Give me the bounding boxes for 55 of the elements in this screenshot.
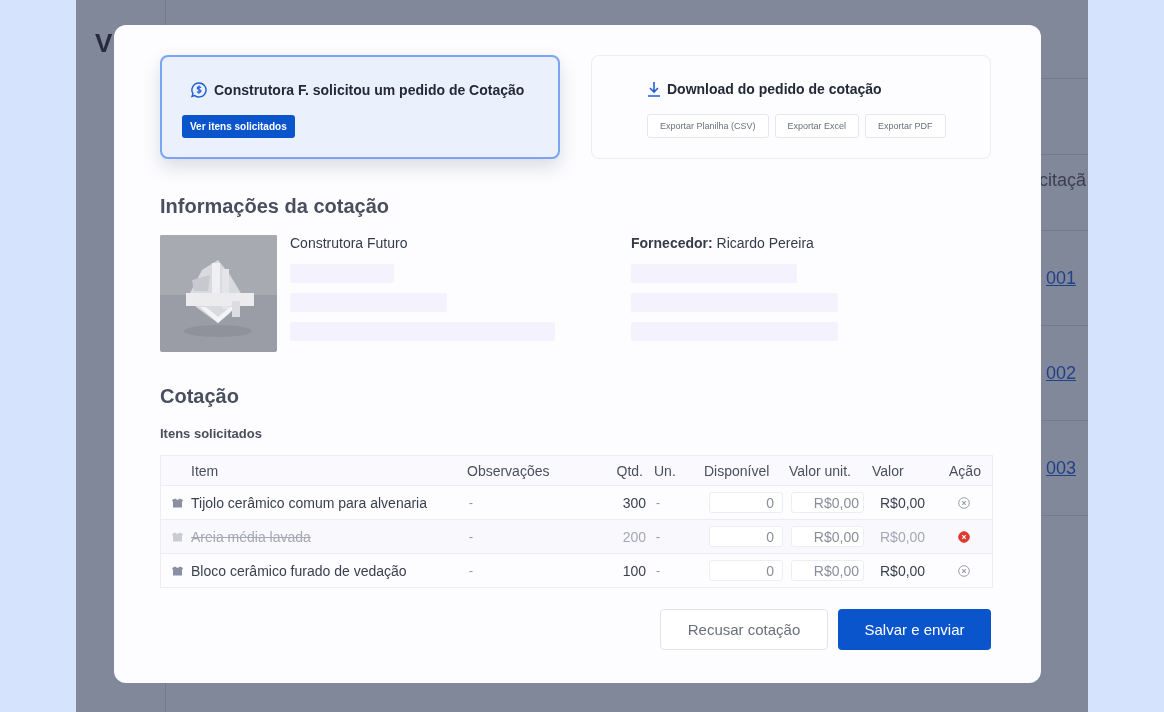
download-icon (647, 81, 661, 97)
item-name: Bloco cerâmico furado de vedação (191, 562, 408, 579)
table-cell-text: R$0,00 (879, 562, 927, 579)
submit-button[interactable]: Salvar e enviar (838, 609, 991, 650)
export-button[interactable]: Exportar Planilha (CSV) (647, 114, 769, 138)
order-link[interactable]: 002 (1045, 362, 1088, 384)
available-input[interactable]: 0 (709, 492, 783, 513)
column-heading: citaçã (1038, 169, 1087, 191)
box-icon (171, 531, 184, 542)
money-chat-icon (190, 81, 208, 99)
unit-price-input[interactable]: R$0,00 (791, 560, 864, 581)
available-input[interactable]: 0 (709, 526, 783, 547)
item-name: Areia média lavada (191, 528, 312, 545)
column-header: Disponível (703, 462, 771, 479)
table-cell-text: - (468, 529, 474, 544)
table-cell-text: 100 (621, 562, 647, 579)
table-cell-text: 300 (621, 494, 647, 511)
column-header: Qtd. (615, 462, 644, 479)
remove-icon[interactable] (957, 564, 970, 577)
table-caption: Itens solicitados (160, 426, 263, 441)
section-heading: Cotação (160, 385, 240, 408)
view-items-button[interactable]: Ver itens solicitados (182, 115, 295, 138)
table-cell-text: - (655, 529, 661, 544)
section-heading: Informações da cotação (160, 195, 390, 218)
item-name: Tijolo cerâmico comum para alvenaria (191, 494, 429, 511)
unit-price-input[interactable]: R$0,00 (791, 526, 864, 547)
remove-icon[interactable] (957, 530, 970, 543)
column-header: Observações (466, 462, 551, 479)
request-title: Construtora F. solicitou um pedido de Cotação (214, 82, 525, 98)
supplier-text: Fornecedor: Ricardo Pereira (631, 235, 815, 251)
export-button[interactable]: Exportar Excel (774, 114, 860, 138)
export-button[interactable]: Exportar PDF (865, 114, 946, 138)
decline-button[interactable]: Recusar cotação (660, 609, 828, 650)
logo-text: V (95, 28, 113, 58)
box-icon (171, 565, 184, 576)
table-cell-text: - (655, 495, 661, 510)
company-name: Construtora Futuro (290, 235, 409, 251)
available-input[interactable]: 0 (709, 560, 783, 581)
remove-icon[interactable] (957, 496, 970, 509)
table-cell-text: - (655, 563, 661, 578)
column-header: Valor (871, 462, 905, 479)
unit-price-input[interactable]: R$0,00 (791, 492, 864, 513)
order-link[interactable]: 003 (1045, 457, 1088, 479)
table-cell-text: - (468, 563, 474, 578)
column-header: Valor unit. (788, 462, 852, 479)
table-cell-text: - (468, 495, 474, 510)
table-cell-text: R$0,00 (879, 528, 927, 545)
download-title: Download do pedido de cotação (667, 81, 882, 97)
box-icon (171, 497, 184, 508)
column-header: Item (191, 462, 220, 479)
order-link[interactable]: 001 (1045, 267, 1088, 289)
column-header: Un. (653, 462, 677, 479)
table-cell-text: 200 (621, 528, 647, 545)
column-header: Ação (948, 462, 982, 479)
table-cell-text: R$0,00 (879, 494, 927, 511)
